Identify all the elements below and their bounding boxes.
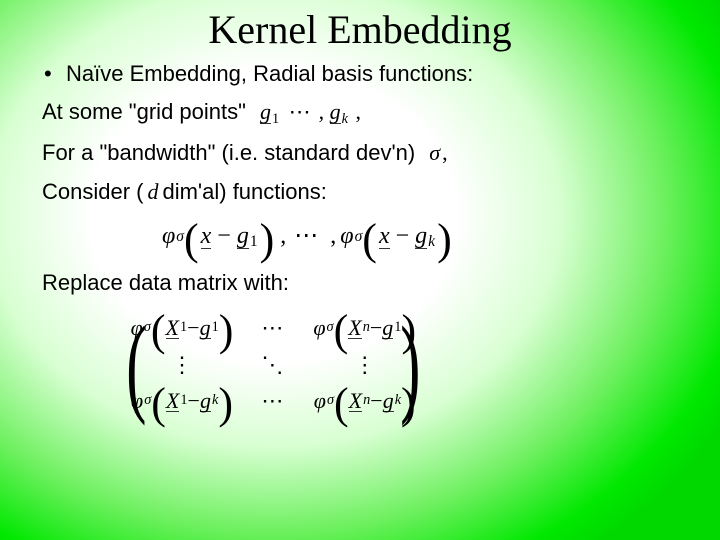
var-d: d [147,180,158,204]
matrix-vdots-icon: ⋮ [171,357,193,372]
math-g1-gk: g1 ⋯, gk , [260,100,361,127]
rparen-icon: ) [437,221,452,258]
var-g: g [415,223,427,249]
lparen-icon: ( [362,221,377,258]
phi-term-1: φσ ( x − g1 ) [162,218,274,255]
matrix-vdots-icon: ⋮ [354,357,376,372]
var-g: g [237,223,249,249]
matrix-grid: φσ ( X1 − g1 ) ⋯ φσ ( Xn − g1 ) ⋮ [131,309,416,419]
var-sigma: σ [429,140,440,165]
slide-title: Kernel Embedding [0,6,720,53]
text: dim'al) functions: [162,180,326,204]
line-naive-embedding: Naïve Embedding, Radial basis functions: [42,62,690,86]
matrix: ( φσ ( X1 − g1 ) ⋯ φσ ( Xn − g1 [118,309,690,419]
var-phi: φ [340,223,353,249]
matrix-lparen-icon: ( [126,310,146,420]
dots-icon: ⋯ [290,223,324,249]
text: For a "bandwidth" (i.e. standard dev'n) [42,141,415,165]
sub-k: k [427,233,435,250]
comma: , [353,99,361,124]
math-sigma: σ, [429,141,447,165]
var-x: x [379,223,390,249]
text: Naïve Embedding, Radial basis functions: [66,62,473,86]
line-bandwidth: For a "bandwidth" (i.e. standard dev'n) … [42,141,690,165]
text: Consider ( [42,180,143,204]
matrix-hdots-icon: ⋯ [257,316,289,340]
var-phi: φ [162,223,175,249]
sub-1: 1 [271,111,279,127]
sub-sigma: σ [354,228,363,245]
minus-icon: − [217,223,237,249]
sub-1: 1 [249,233,258,250]
rparen-icon: ) [260,221,275,258]
lparen-icon: ( [184,221,199,258]
sub-k: k [341,111,348,127]
minus-icon: − [396,223,416,249]
matrix-hdots-icon: ⋯ [257,389,289,413]
var-g: g [260,99,271,124]
matrix-rparen-icon: ) [400,310,420,420]
text: Replace data matrix with: [42,271,289,295]
slide: Kernel Embedding Naïve Embedding, Radial… [0,0,720,540]
sub-sigma: σ [175,228,184,245]
line-grid-points: At some "grid points" g1 ⋯, gk , [42,100,690,127]
slide-body: Naïve Embedding, Radial basis functions:… [42,62,690,420]
line-replace: Replace data matrix with: [42,271,690,295]
var-g: g [330,99,341,124]
var-x: x [201,223,212,249]
text: At some "grid points" [42,100,246,124]
comma: , [440,140,448,165]
comma: , [328,223,336,249]
comma: , [278,223,286,249]
comma: , [317,99,325,124]
line-consider: Consider (d dim'al) functions: [42,180,690,204]
dots-icon: ⋯ [285,99,317,124]
phi-function-list: φσ ( x − g1 ) , ⋯ , φσ ( x − gk [162,218,690,255]
matrix-ddots-icon: ⋱ [261,357,285,372]
phi-term-k: φσ ( x − gk ) [340,218,451,255]
